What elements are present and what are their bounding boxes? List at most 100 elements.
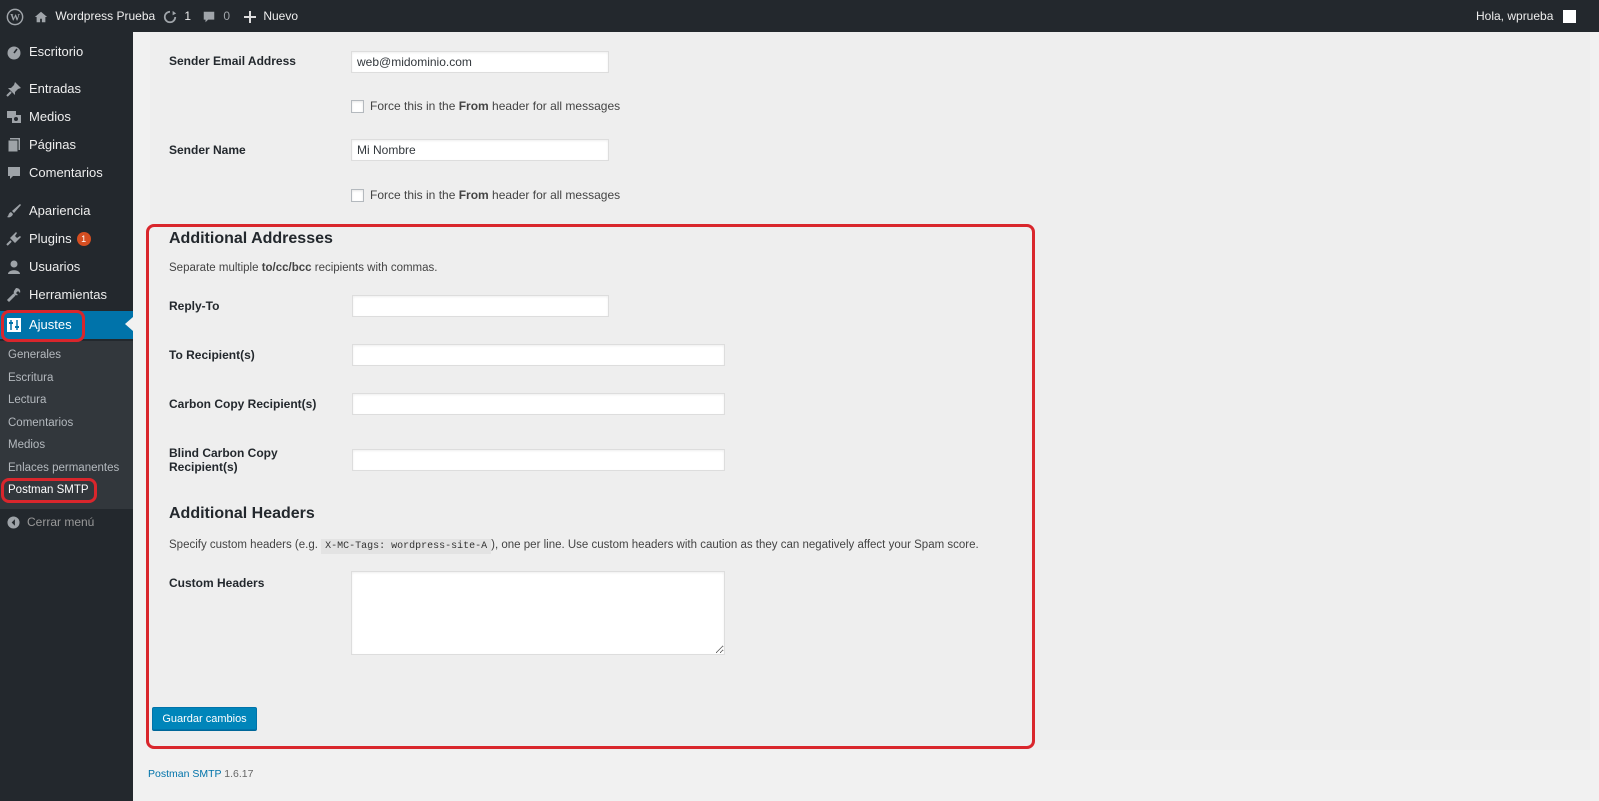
addresses-desc-suffix: recipients with commas.: [311, 262, 438, 274]
menu-item-label: Herramientas: [29, 287, 108, 302]
menu-item-comentarios[interactable]: Comentarios: [0, 160, 133, 186]
comments-link[interactable]: 0: [202, 0, 230, 32]
avatar: [1562, 10, 1576, 24]
media-icon: [7, 111, 21, 123]
menu-item-label: Usuarios: [29, 259, 81, 274]
menu-item-label: Páginas: [29, 137, 76, 152]
submenu-escritura[interactable]: Escritura: [8, 372, 53, 384]
submenu-postman-smtp[interactable]: Postman SMTP: [8, 484, 89, 496]
menu-item-label: Apariencia: [29, 203, 91, 218]
menu-item-usuarios[interactable]: Usuarios: [0, 254, 133, 280]
menu-item-escritorio[interactable]: Escritorio: [0, 39, 133, 65]
updates-link[interactable]: 1: [162, 0, 191, 32]
bcc-recipients-label: Blind Carbon Copy Recipient(s): [169, 446, 278, 474]
collapse-menu-button[interactable]: Cerrar menú: [0, 512, 133, 534]
menu-item-herramientas[interactable]: Herramientas: [0, 282, 133, 308]
addresses-desc-prefix: Separate multiple: [169, 262, 262, 274]
pages-icon: [7, 138, 20, 153]
sender-name-input[interactable]: [351, 139, 609, 161]
menu-item-label: Comentarios: [29, 165, 103, 180]
menu-item-label-wrap: Plugins 1: [29, 226, 91, 252]
reply-to-label: Reply-To: [169, 299, 220, 313]
new-content-link[interactable]: Nuevo: [244, 0, 298, 32]
sender-name-label: Sender Name: [169, 143, 246, 157]
cc-recipients-input[interactable]: [352, 393, 725, 415]
updates-icon: [162, 9, 178, 23]
headers-desc-code: X-MC-Tags: wordpress-site-A: [321, 539, 492, 554]
custom-headers-label: Custom Headers: [169, 576, 265, 590]
force-sender-name-label: Force this in the From header for all me…: [370, 188, 620, 202]
home-icon: [34, 9, 48, 23]
plugins-update-badge: 1: [76, 232, 91, 246]
menu-item-label: Medios: [29, 109, 71, 124]
force-sender-email-label: Force this in the From header for all me…: [370, 99, 620, 113]
custom-headers-textarea[interactable]: [351, 571, 725, 655]
plugin-icon: [6, 232, 21, 246]
new-label: Nuevo: [263, 9, 299, 23]
site-name-link[interactable]: Wordpress Prueba: [34, 0, 155, 32]
force-from-bold: From: [458, 99, 489, 113]
user-icon: [8, 260, 20, 274]
submenu-lectura[interactable]: Lectura: [8, 394, 46, 406]
footer: Postman SMTP 1.6.17: [148, 768, 253, 780]
headers-desc-prefix: Specify custom headers (e.g.: [169, 539, 322, 551]
menu-item-apariencia[interactable]: Apariencia: [0, 198, 133, 224]
menu-item-label: Plugins: [29, 231, 72, 246]
settings-submenu: Generales Escritura Lectura Comentarios …: [0, 341, 133, 509]
footer-version: 1.6.17: [224, 768, 254, 780]
bcc-recipients-input[interactable]: [352, 449, 725, 471]
comment-bubble-icon: [202, 9, 216, 23]
collapse-menu-label: Cerrar menú: [27, 515, 95, 529]
svg-text:W: W: [10, 12, 20, 23]
current-menu-arrow: [125, 317, 133, 331]
wordpress-logo-icon[interactable]: W: [6, 0, 24, 32]
settings-icon: [7, 318, 21, 332]
force-from-suffix: header for all messages: [488, 99, 621, 113]
force-from-prefix: Force this in the: [370, 188, 459, 202]
headers-desc-suffix: ), one per line. Use custom headers with…: [491, 539, 979, 551]
force-sender-name-checkbox[interactable]: [351, 189, 364, 202]
force-from-suffix: header for all messages: [488, 188, 621, 202]
submenu-enlaces-permanentes[interactable]: Enlaces permanentes: [8, 462, 119, 474]
sender-email-input[interactable]: [351, 51, 609, 73]
pin-icon: [6, 82, 21, 97]
bcc-label-line2: Recipient(s): [169, 460, 238, 474]
site-name: Wordpress Prueba: [55, 9, 156, 23]
updates-count: 1: [184, 9, 192, 23]
additional-addresses-description: Separate multiple to/cc/bcc recipients w…: [169, 262, 437, 274]
addresses-desc-bold: to/cc/bcc: [261, 262, 312, 274]
to-recipients-input[interactable]: [352, 344, 725, 366]
plus-icon: [244, 9, 256, 23]
force-sender-email-checkbox[interactable]: [351, 100, 364, 113]
menu-item-medios[interactable]: Medios: [0, 104, 133, 130]
additional-headers-description: Specify custom headers (e.g. X-MC-Tags: …: [169, 539, 979, 554]
save-changes-button[interactable]: Guardar cambios: [152, 707, 257, 730]
sender-email-label: Sender Email Address: [169, 54, 296, 68]
admin-bar: W Wordpress Prueba 1 0 Nuevo Hola, wprue…: [0, 0, 1599, 32]
my-account-link[interactable]: Hola, wprueba: [1476, 0, 1576, 32]
submenu-generales[interactable]: Generales: [8, 349, 61, 361]
additional-headers-title: Additional Headers: [169, 505, 315, 522]
menu-item-plugins[interactable]: Plugins 1: [0, 226, 133, 252]
menu-item-label: Entradas: [29, 81, 82, 96]
menu-item-ajustes[interactable]: Ajustes: [0, 311, 133, 339]
admin-menu: Escritorio Entradas Medios Páginas Comen…: [0, 32, 133, 801]
bcc-label-line1: Blind Carbon Copy: [169, 446, 278, 460]
to-recipients-label: To Recipient(s): [169, 348, 255, 362]
brush-icon: [7, 204, 21, 218]
submenu-comentarios[interactable]: Comentarios: [8, 417, 73, 429]
force-from-bold: From: [458, 188, 489, 202]
menu-item-label: Escritorio: [29, 44, 84, 59]
force-from-prefix: Force this in the: [370, 99, 459, 113]
menu-item-entradas[interactable]: Entradas: [0, 76, 133, 102]
cc-recipients-label: Carbon Copy Recipient(s): [169, 397, 317, 411]
footer-plugin-link[interactable]: Postman SMTP: [148, 768, 221, 780]
collapse-arrow-icon: [7, 516, 20, 529]
dashboard-icon: [7, 46, 21, 60]
additional-addresses-title: Additional Addresses: [169, 230, 333, 247]
submenu-medios[interactable]: Medios: [8, 439, 45, 451]
reply-to-input[interactable]: [352, 295, 609, 317]
menu-item-paginas[interactable]: Páginas: [0, 132, 133, 158]
menu-item-label: Ajustes: [29, 317, 72, 332]
greeting: Hola, wprueba: [1476, 9, 1554, 23]
